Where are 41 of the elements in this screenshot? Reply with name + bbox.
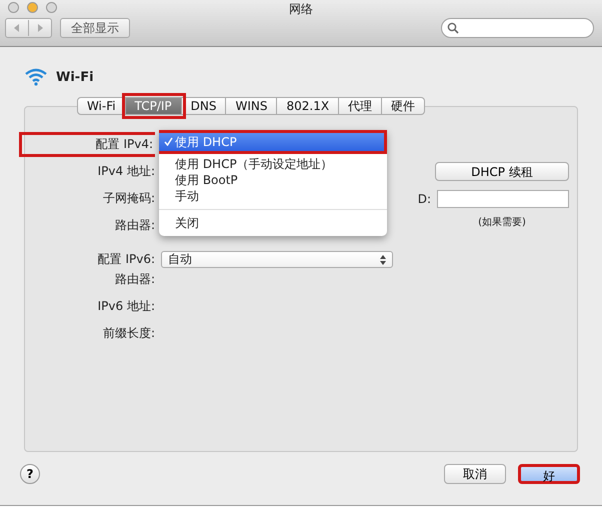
field-label: 配置 IPv6: xyxy=(96,251,155,268)
field-label: D: xyxy=(418,192,431,206)
hint-text: (如果需要) xyxy=(477,216,527,228)
field-label: 子网掩码: xyxy=(102,190,155,207)
menu-item[interactable]: 使用 BootP xyxy=(159,172,387,188)
wifi-icon xyxy=(24,68,48,86)
zoom-button[interactable] xyxy=(46,2,57,13)
search-icon xyxy=(447,22,459,34)
dhcp-renew-button[interactable]: DHCP 续租 xyxy=(435,162,569,181)
back-arrow-icon[interactable] xyxy=(12,23,22,33)
window-title: 网络 xyxy=(289,1,313,16)
field-label: 前缀长度: xyxy=(102,325,155,342)
tab[interactable]: DNS xyxy=(182,97,226,115)
search-field[interactable] xyxy=(441,18,594,38)
field-label: 路由器: xyxy=(114,217,155,234)
ipv6-select[interactable]: 自动 xyxy=(161,251,393,268)
field-label: 配置 IPv4: xyxy=(19,132,155,157)
tab[interactable]: 802.1X xyxy=(277,97,340,115)
tab[interactable]: 代理 xyxy=(339,97,382,115)
minimize-button[interactable] xyxy=(27,2,38,13)
tab[interactable]: 硬件 xyxy=(382,97,426,115)
back-forward-control[interactable] xyxy=(5,18,52,38)
checkmark-icon xyxy=(164,137,172,146)
menu-item[interactable]: 手动 xyxy=(159,188,387,204)
menu-item[interactable]: 使用 DHCP xyxy=(159,130,387,154)
dialog-button[interactable]: 好 xyxy=(518,464,580,484)
service-name: Wi-Fi xyxy=(56,70,94,84)
client-id-field[interactable] xyxy=(437,190,569,208)
forward-arrow-icon[interactable] xyxy=(35,23,45,33)
tab[interactable]: Wi-Fi xyxy=(76,97,126,115)
menu-item[interactable]: 使用 DHCP（手动设定地址） xyxy=(159,156,387,172)
close-button[interactable] xyxy=(8,2,19,13)
tab[interactable]: WINS xyxy=(226,97,278,115)
field-label: IPv4 地址: xyxy=(96,163,155,180)
dialog-button[interactable]: 取消 xyxy=(444,464,506,484)
show-all-button[interactable]: 全部显示 xyxy=(60,18,130,38)
help-button[interactable]: ? xyxy=(20,464,40,484)
field-label: 路由器: xyxy=(114,271,155,288)
field-label: IPv6 地址: xyxy=(96,298,155,315)
menu-item[interactable]: 关闭 xyxy=(159,214,387,230)
stepper-arrows-icon xyxy=(380,254,386,264)
